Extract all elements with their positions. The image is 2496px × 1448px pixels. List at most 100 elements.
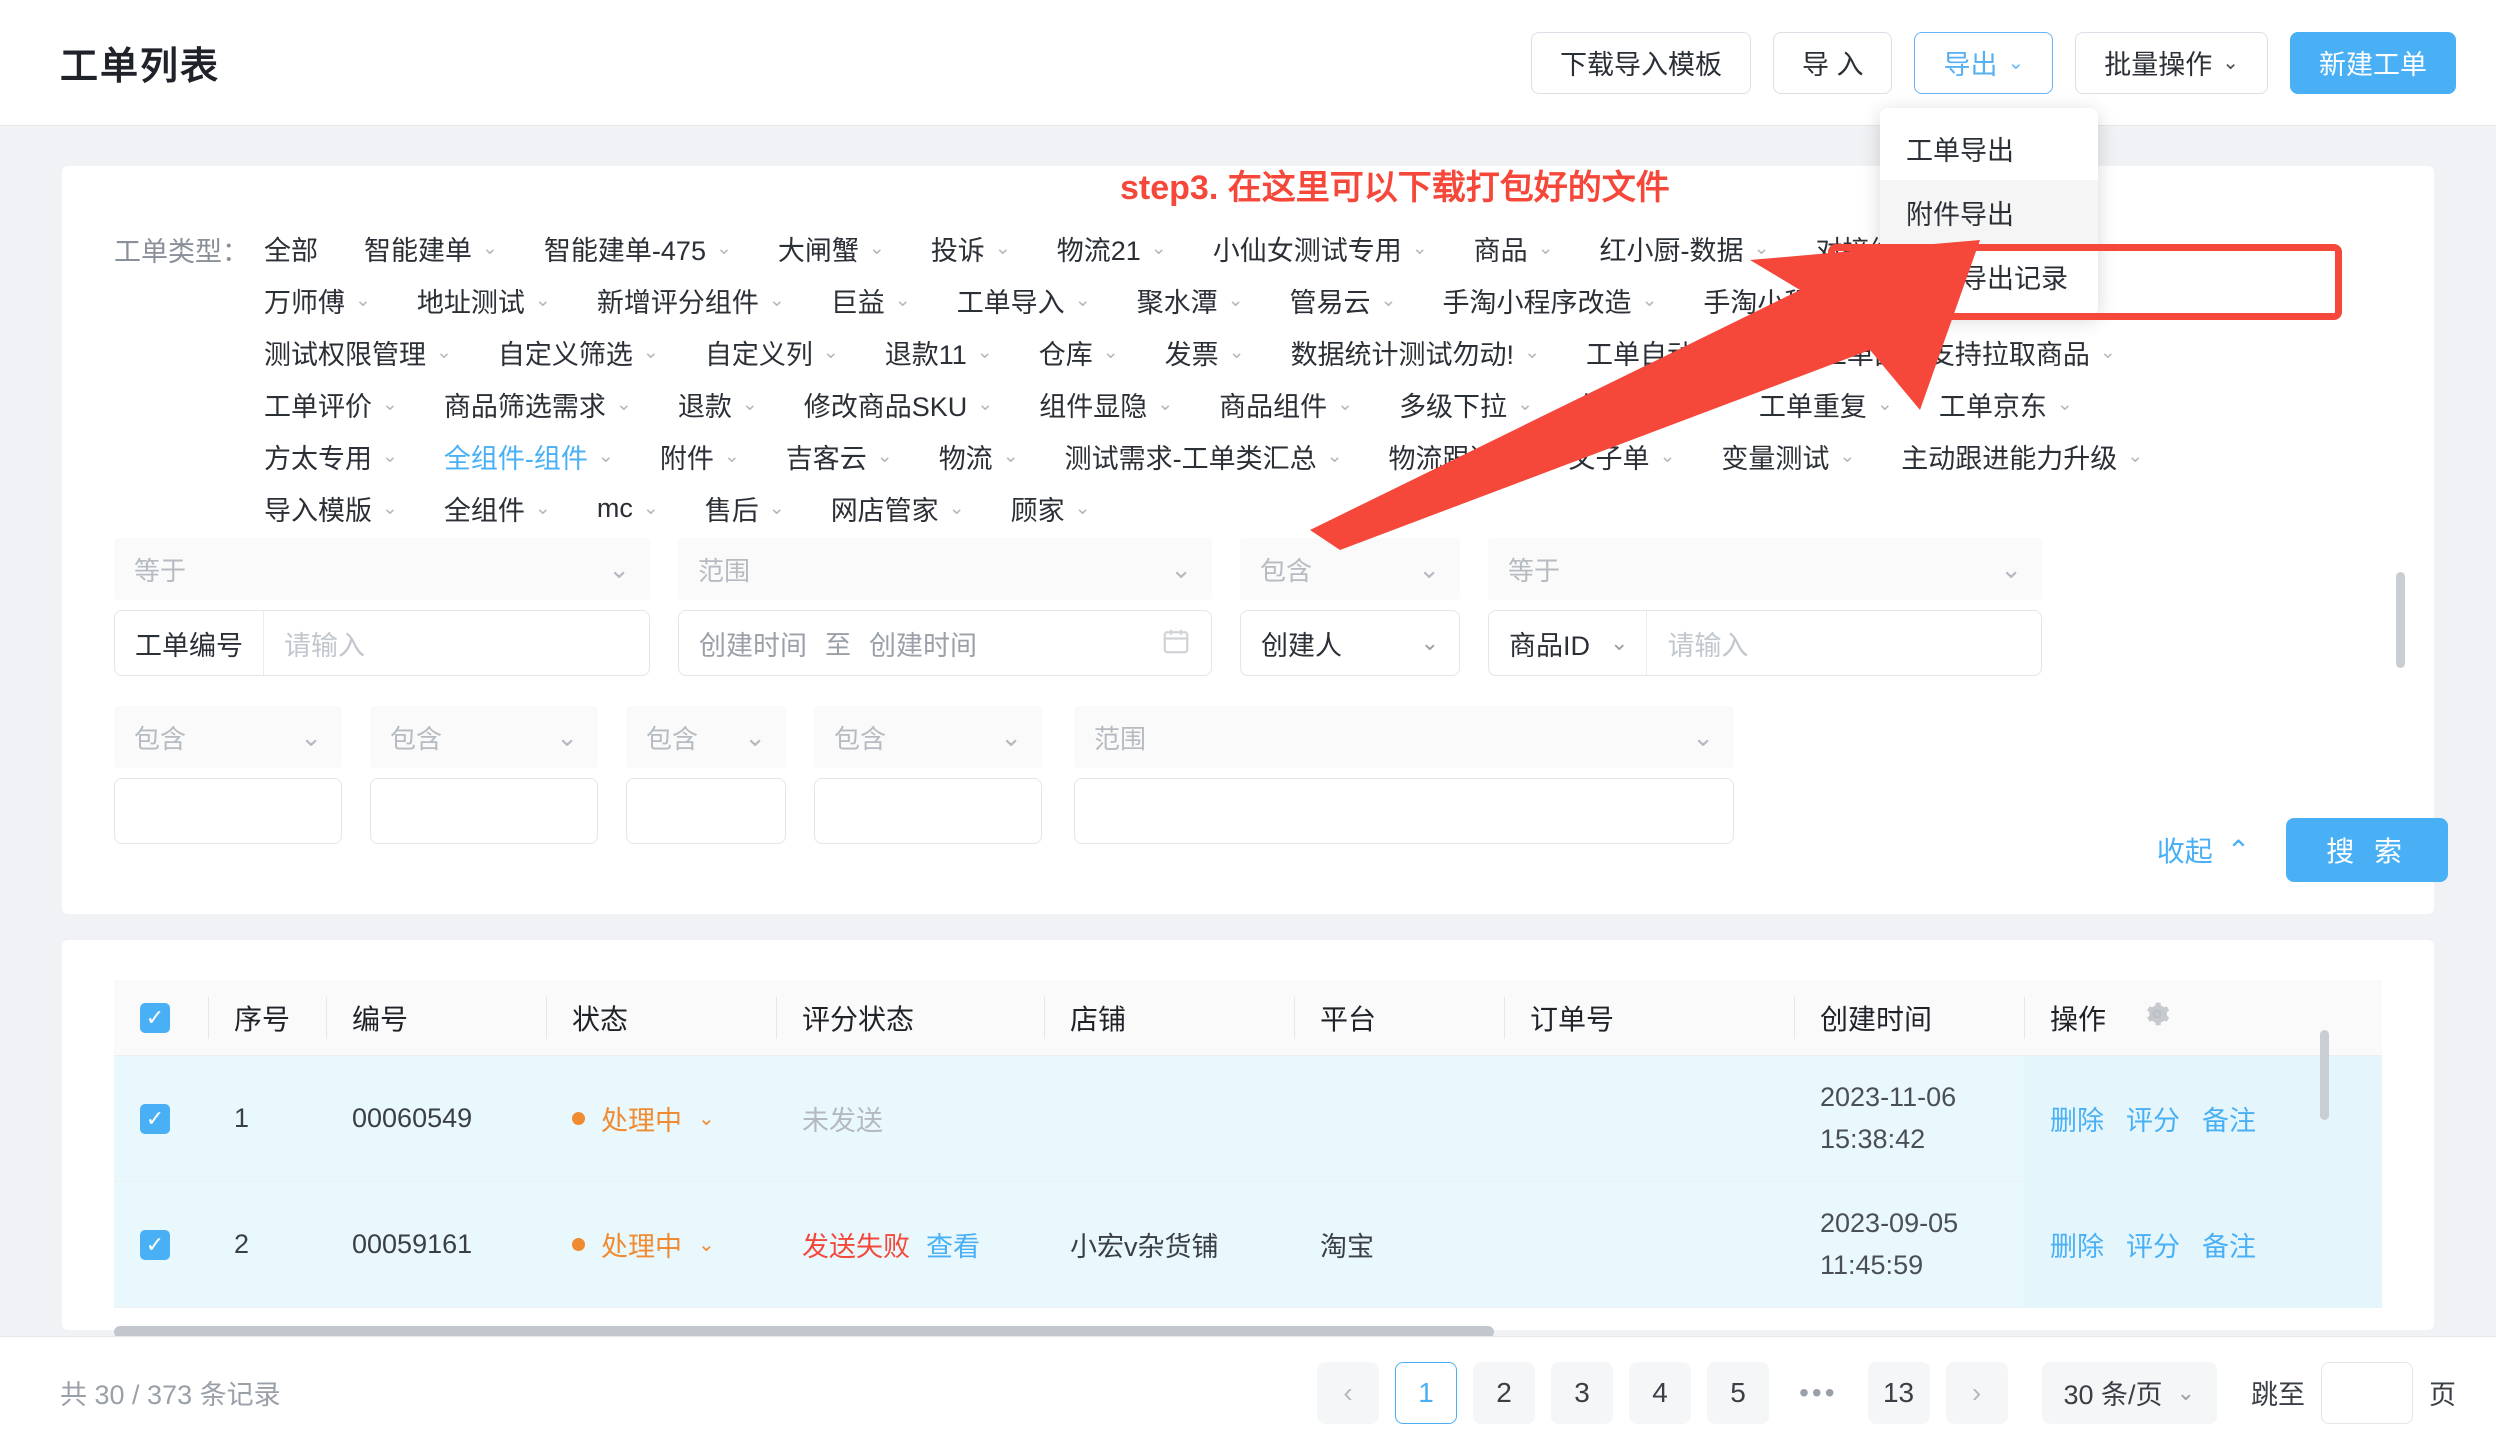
column-header-platform[interactable]: 平台 xyxy=(1294,996,1504,1039)
secondary-input-group[interactable] xyxy=(1074,778,1734,844)
work-order-type-item[interactable]: 工单京东 ⌄ xyxy=(1939,385,2073,424)
chevron-down-icon[interactable]: ⌄ xyxy=(698,1232,715,1257)
work-order-type-item[interactable]: 新增评分组件 ⌄ xyxy=(597,281,785,320)
work-order-type-item[interactable]: 地址测试 ⌄ xyxy=(417,281,551,320)
operator-select-create-time[interactable]: 范围 ⌄ xyxy=(678,538,1212,600)
score-view-link[interactable]: 查看 xyxy=(926,1225,980,1264)
column-header-status[interactable]: 状态 xyxy=(546,996,776,1039)
secondary-input-group[interactable] xyxy=(814,778,1042,844)
search-button[interactable]: 搜 索 xyxy=(2286,818,2448,882)
work-order-type-item[interactable]: 物流跟进 ⌄ xyxy=(1389,437,1523,476)
batch-operation-button[interactable]: 批量操作 ⌄ xyxy=(2075,31,2268,94)
work-order-type-item[interactable]: 顾家 ⌄ xyxy=(1011,489,1091,528)
product-id-input[interactable]: 请输入 xyxy=(1647,624,2041,663)
column-header-order-no[interactable]: 订单号 xyxy=(1504,996,1794,1039)
work-order-type-item[interactable]: 工单面板支持拉取商品 ⌄ xyxy=(1820,333,2116,372)
filter-scrollbar-thumb[interactable] xyxy=(2396,572,2405,668)
download-import-template-button[interactable]: 下载导入模板 xyxy=(1530,31,1751,94)
table-row[interactable]: 1 00060549 处理中 ⌄ 未发送 2023-11-0615:38:42 删除评分备注 xyxy=(114,1055,2382,1182)
chevron-down-icon[interactable]: ⌄ xyxy=(1610,630,1646,656)
row-delete-link[interactable]: 删除 xyxy=(2050,1099,2104,1138)
pagination-next-button[interactable]: › xyxy=(1945,1361,2008,1424)
work-order-type-item[interactable]: 父子单 ⌄ xyxy=(1568,437,1675,476)
create-time-start-input[interactable]: 创建时间 xyxy=(699,624,807,663)
operator-select-secondary[interactable]: 范围 ⌄ xyxy=(1074,706,1734,768)
creator-select-group[interactable]: 创建人 ⌄ xyxy=(1240,610,1460,676)
work-order-type-item[interactable]: 自定义列 ⌄ xyxy=(705,333,839,372)
table-vertical-scrollbar[interactable] xyxy=(2320,1030,2329,1120)
column-header-create-time[interactable]: 创建时间 xyxy=(1794,996,2024,1039)
work-order-type-item[interactable]: 工单自动分配 ⌄ xyxy=(1586,333,1774,372)
row-checkbox[interactable] xyxy=(140,1229,170,1260)
row-score-link[interactable]: 评分 xyxy=(2126,1099,2180,1138)
work-order-type-item[interactable]: 吉客云 ⌄ xyxy=(786,437,893,476)
column-header-score-status[interactable]: 评分状态 xyxy=(776,996,1044,1039)
create-time-end-input[interactable]: 创建时间 xyxy=(869,624,977,663)
export-menu-item[interactable]: 附件导出 xyxy=(1880,180,2098,244)
work-order-type-item[interactable]: 万师傅 ⌄ xyxy=(264,281,371,320)
row-remark-link[interactable]: 备注 xyxy=(2202,1099,2256,1138)
work-order-type-item[interactable]: 发票 ⌄ xyxy=(1165,333,1245,372)
secondary-input-group[interactable] xyxy=(626,778,786,844)
work-order-type-item[interactable]: 工单评价 ⌄ xyxy=(264,385,398,424)
work-order-type-item[interactable]: 巨益 ⌄ xyxy=(831,281,911,320)
work-order-type-item[interactable]: 商品 ⌄ xyxy=(1474,229,1554,268)
pagination-page-button[interactable]: 3 xyxy=(1551,1361,1614,1424)
secondary-input-group[interactable] xyxy=(114,778,342,844)
work-order-type-item[interactable]: 多级下拉 ⌄ xyxy=(1399,385,1533,424)
operator-select-work-order-code[interactable]: 等于 ⌄ xyxy=(114,538,650,600)
work-order-type-item[interactable]: 小仙女测试专用 ⌄ xyxy=(1213,229,1428,268)
column-header-shop[interactable]: 店铺 xyxy=(1044,996,1294,1039)
work-order-type-item[interactable]: 工单导入 ⌄ xyxy=(957,281,1091,320)
work-order-type-item[interactable]: 商品筛选需求 ⌄ xyxy=(444,385,632,424)
row-score-link[interactable]: 评分 xyxy=(2126,1225,2180,1264)
chevron-down-icon[interactable]: ⌄ xyxy=(698,1106,715,1131)
operator-select-secondary[interactable]: 包含 ⌄ xyxy=(814,706,1042,768)
table-row[interactable]: 200059161处理中⌄发送失败查看小宏v杂货铺淘宝2023-09-0511:… xyxy=(114,1181,2382,1308)
work-order-type-item[interactable]: 测试需求-工单类汇总 ⌄ xyxy=(1065,437,1343,476)
operator-select-secondary[interactable]: 包含 ⌄ xyxy=(626,706,786,768)
work-order-type-item[interactable]: 组件显隐 ⌄ xyxy=(1039,385,1173,424)
work-order-type-item[interactable]: 退款11 ⌄ xyxy=(885,333,993,372)
work-order-type-item[interactable]: 主动跟进能力升级 ⌄ xyxy=(1901,437,2143,476)
work-order-type-item[interactable]: 数据统计测试勿动! ⌄ xyxy=(1291,333,1540,372)
pagination-page-button[interactable]: 4 xyxy=(1629,1361,1692,1424)
work-order-type-item[interactable]: 工单重复 ⌄ xyxy=(1759,385,1893,424)
work-order-type-item[interactable]: 全组件-组件 ⌄ xyxy=(444,437,614,476)
work-order-type-item[interactable]: 商品组件 ⌄ xyxy=(1219,385,1353,424)
collapse-filters-button[interactable]: 收起 ⌃ xyxy=(2157,830,2250,870)
work-order-type-item[interactable]: 智能建单-475 ⌄ xyxy=(544,229,732,268)
work-order-type-item[interactable]: 变量测试 ⌄ xyxy=(1721,437,1855,476)
work-order-type-item[interactable]: 测试权限管理 ⌄ xyxy=(264,333,452,372)
work-order-type-item[interactable]: 物流 ⌄ xyxy=(939,437,1019,476)
gear-icon[interactable] xyxy=(2142,999,2172,1036)
column-header-index[interactable]: 序号 xyxy=(208,996,326,1039)
work-order-type-item[interactable]: 物流21 ⌄ xyxy=(1057,229,1167,268)
work-order-type-item[interactable]: mc ⌄ xyxy=(597,493,659,524)
work-order-type-item[interactable]: 修改商品SKU ⌄ xyxy=(804,385,993,424)
work-order-type-item[interactable]: 智能建单 ⌄ xyxy=(364,229,498,268)
work-order-type-item[interactable]: 售后 ⌄ xyxy=(705,489,785,528)
page-size-select[interactable]: 30 条/页 ⌄ xyxy=(2041,1361,2217,1424)
create-time-range-picker[interactable]: 创建时间 至 创建时间 xyxy=(678,610,1212,676)
work-order-type-item[interactable]: 附件 ⌄ xyxy=(660,437,740,476)
export-button[interactable]: 导出 ⌄ xyxy=(1914,31,2054,94)
work-order-type-item[interactable]: 管易云 ⌄ xyxy=(1290,281,1397,320)
work-order-type-item[interactable]: 大闸蟹 ⌄ xyxy=(778,229,885,268)
operator-select-product-id[interactable]: 等于 ⌄ xyxy=(1488,538,2042,600)
pagination-page-button[interactable]: 1 xyxy=(1395,1361,1458,1424)
work-order-code-input[interactable]: 请输入 xyxy=(264,624,649,663)
row-delete-link[interactable]: 删除 xyxy=(2050,1225,2104,1264)
pagination-page-button[interactable]: 2 xyxy=(1473,1361,1536,1424)
work-order-type-item[interactable]: 全组件 ⌄ xyxy=(444,489,551,528)
work-order-type-item[interactable]: 聚水潭 ⌄ xyxy=(1137,281,1244,320)
work-order-type-item[interactable]: 手淘小程序改造 ⌄ xyxy=(1442,281,1657,320)
operator-select-secondary[interactable]: 包含 ⌄ xyxy=(114,706,342,768)
pagination-last-page-button[interactable]: 13 xyxy=(1867,1361,1930,1424)
new-work-order-button[interactable]: 新建工单 xyxy=(2290,31,2456,94)
column-header-code[interactable]: 编号 xyxy=(326,996,546,1039)
work-order-type-item[interactable]: 投诉 ⌄ xyxy=(931,229,1011,268)
work-order-type-item[interactable]: 方太专用 ⌄ xyxy=(264,437,398,476)
work-order-type-item[interactable]: 自定义筛选 ⌄ xyxy=(498,333,659,372)
work-order-type-item[interactable]: 红小厨-数据 ⌄ xyxy=(1600,229,1770,268)
